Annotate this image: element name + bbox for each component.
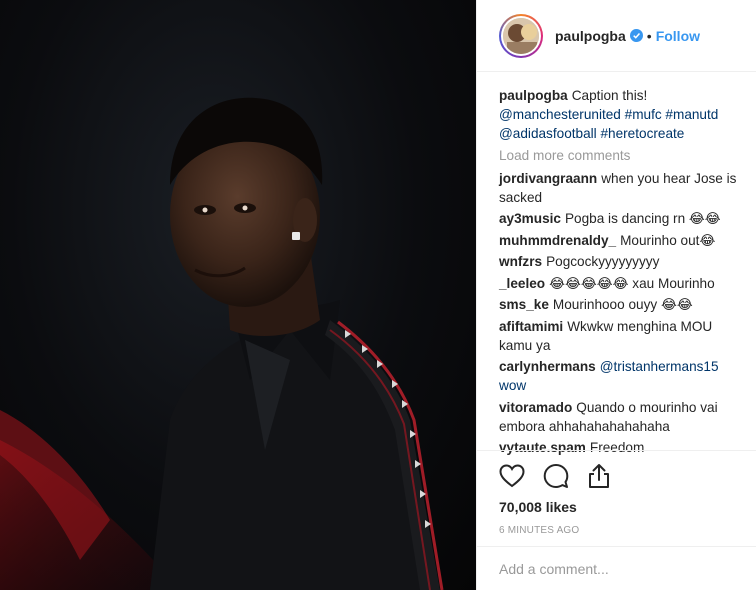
like-count[interactable]: 70,008 likes	[499, 499, 756, 515]
comment-item: jordivangraann when you hear Jose is sack…	[499, 169, 746, 207]
post-header: paulpogba • Follow	[477, 0, 756, 72]
follow-button[interactable]: Follow	[656, 28, 700, 44]
add-comment-input[interactable]: Add a comment...	[477, 546, 756, 590]
comment-item: afiftamimi Wkwkw menghina MOU kamu ya	[499, 317, 746, 355]
post-actions: 70,008 likes 6 MINUTES AGO	[477, 450, 756, 536]
comment-item: sms_ke Mourinhooo ouyy 😂😂	[499, 295, 746, 314]
action-icons	[499, 463, 756, 489]
comment-username[interactable]: _leeleo	[499, 276, 545, 291]
comment-text: 😂😂😂😂😂 xau Mourinho	[549, 275, 715, 291]
comment-item: vitoramado Quando o mourinho vai embora a…	[499, 398, 746, 436]
comment-text: Mourinhooo ouyy 😂😂	[552, 297, 693, 312]
comment-item: wnfzrs Pogcockyyyyyyyyy	[499, 252, 746, 271]
comments-list: paulpogba Caption this! @manchesterunited…	[477, 72, 756, 455]
post-side-panel: paulpogba • Follow paulpogba Caption this…	[476, 0, 756, 590]
caption-tags-line[interactable]: @manchesterunited #mufc #manutd	[499, 107, 718, 122]
caption-text: Caption this!	[571, 88, 648, 103]
photo-illustration	[0, 97, 444, 590]
avatar-image	[503, 17, 539, 54]
comment-item: _leeleo 😂😂😂😂😂 xau Mourinho	[499, 274, 746, 293]
comment-text: Pogba is dancing rn 😂😂	[564, 211, 721, 226]
instagram-post: paulpogba • Follow paulpogba Caption this…	[0, 0, 756, 590]
comment-item: muhmmdrenaldy_ Mourinho out😂	[499, 231, 746, 250]
comment-username[interactable]: jordivangraann	[499, 171, 597, 186]
share-icon[interactable]	[587, 463, 611, 489]
comment-username[interactable]: vitoramado	[499, 400, 572, 415]
header-separator: •	[646, 27, 652, 44]
caption: paulpogba Caption this! @manchesterunited…	[499, 86, 746, 143]
comment-item: ay3music Pogba is dancing rn 😂😂	[499, 209, 746, 228]
caption-tags-line[interactable]: @adidasfootball #heretocreate	[499, 126, 684, 141]
comment-icon[interactable]	[543, 463, 569, 489]
post-timestamp[interactable]: 6 MINUTES AGO	[499, 525, 756, 536]
heart-icon[interactable]	[499, 464, 525, 488]
comment-username[interactable]: ay3music	[499, 211, 561, 226]
comment-username[interactable]: carlynhermans	[499, 359, 596, 374]
comment-username[interactable]: wnfzrs	[499, 254, 542, 269]
verified-badge-icon	[629, 29, 643, 42]
comment-username[interactable]: sms_ke	[499, 297, 549, 312]
comment-text: Mourinho out😂	[620, 232, 716, 248]
avatar[interactable]	[499, 13, 543, 58]
comment-username[interactable]: afiftamimi	[499, 319, 563, 334]
comment-text: Pogcockyyyyyyyyy	[546, 254, 660, 269]
caption-username[interactable]: paulpogba	[499, 88, 568, 103]
header-username[interactable]: paulpogba	[555, 28, 626, 44]
comment-item: carlynhermans @tristanhermans15 wow	[499, 357, 746, 395]
load-more-comments-button[interactable]: Load more comments	[499, 146, 746, 165]
comment-username[interactable]: muhmmdrenaldy_	[499, 233, 616, 248]
post-photo[interactable]	[0, 0, 476, 590]
